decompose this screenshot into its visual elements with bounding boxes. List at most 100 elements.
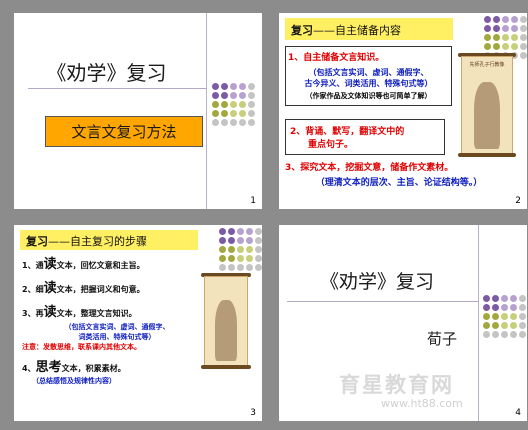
dot <box>511 34 518 41</box>
dot <box>519 313 526 320</box>
dot <box>483 295 490 302</box>
dot <box>519 295 526 302</box>
item-text: （理清文本的层次、主旨、论证结构等。） <box>315 178 483 188</box>
dot <box>246 237 253 244</box>
dot <box>511 25 518 32</box>
dot <box>511 43 518 50</box>
dot <box>492 331 499 338</box>
dot <box>230 101 237 108</box>
dot <box>246 255 253 262</box>
dot <box>228 246 235 253</box>
dot <box>221 92 228 99</box>
dot <box>239 119 246 126</box>
dot <box>230 119 237 126</box>
slide-thumbnail-2[interactable]: 复习——自主储备内容 1、自主储备文言知识。 （包括文言实词、虚词、通假字、 古… <box>279 13 527 209</box>
dot <box>519 322 526 329</box>
dot <box>502 16 509 23</box>
dot <box>484 43 491 50</box>
dot <box>492 295 499 302</box>
dot <box>239 101 246 108</box>
dot <box>519 331 526 338</box>
slide-sorter: 《劝学》复习 文言文复习方法 1 复习——自主储备内容 1、自主储备文言知识。 … <box>0 0 528 430</box>
dot <box>248 110 255 117</box>
slide-heading: 复习——自主复习的步骤 <box>20 230 198 250</box>
slide-thumbnail-1[interactable]: 《劝学》复习 文言文复习方法 1 <box>14 13 262 209</box>
dot <box>221 101 228 108</box>
dot <box>237 255 244 262</box>
dot <box>248 101 255 108</box>
content-block: 3、探究文本，挖掘文意，储备作文素材。 （理清文本的层次、主旨、论证结构等。） <box>285 160 513 188</box>
watermark-logo: 育星教育网 <box>339 373 454 397</box>
dot <box>212 83 219 90</box>
dot <box>519 304 526 311</box>
divider-line <box>478 225 479 421</box>
dot <box>212 101 219 108</box>
step-item: 3、再读文本，整理文言知识。 <box>22 305 137 320</box>
slide-title: 《劝学》复习 <box>46 61 167 85</box>
dot <box>510 331 517 338</box>
dot <box>219 237 226 244</box>
dot <box>237 264 244 271</box>
item-text: 3、探究文本，挖掘文意，储备作文素材。 <box>285 163 454 173</box>
dot <box>255 246 262 253</box>
author-name: 荀子 <box>427 330 458 348</box>
dot <box>492 322 499 329</box>
dot <box>228 228 235 235</box>
content-box: 2、背诵、默写，翻译文中的 重点句子。 <box>285 119 445 155</box>
dot <box>511 16 518 23</box>
item-text: 古今异义、词类活用、特殊句式等） <box>304 79 433 88</box>
dot <box>520 16 527 23</box>
slide-title: 《劝学》复习 <box>319 271 434 293</box>
dot <box>246 264 253 271</box>
dot <box>520 25 527 32</box>
dot <box>239 83 246 90</box>
dot <box>483 331 490 338</box>
dot <box>255 237 262 244</box>
dot <box>239 92 246 99</box>
dot <box>493 25 500 32</box>
dot <box>510 322 517 329</box>
dot <box>237 228 244 235</box>
dot <box>212 92 219 99</box>
dot <box>212 119 219 126</box>
slide-number: 2 <box>515 196 521 206</box>
slide-heading: 复习——自主储备内容 <box>285 18 453 40</box>
dot <box>520 52 527 59</box>
dot <box>483 322 490 329</box>
dot <box>501 313 508 320</box>
item-text: （包括文言实词、虚词、通假字、 <box>308 68 429 77</box>
dot <box>221 119 228 126</box>
dot <box>219 228 226 235</box>
dot <box>493 16 500 23</box>
item-note: （作家作品及文体知识等也可简单了解） <box>305 92 432 100</box>
dot <box>230 92 237 99</box>
steps-list: 1、通读文本，回忆文意和主旨。 2、细读文本，把握词义和句意。 3、再读文本，整… <box>22 253 212 386</box>
confucius-scroll-image: 先师孔子行教像 <box>458 53 516 157</box>
dot <box>493 43 500 50</box>
dot <box>237 246 244 253</box>
step-note: 注意：发散思维，联系课内其他文本。 <box>22 343 141 351</box>
dot <box>246 228 253 235</box>
dot <box>483 304 490 311</box>
subtitle-box: 文言文复习方法 <box>45 116 203 147</box>
slide-thumbnail-4[interactable]: 《劝学》复习 荀子 育星教育网 www.ht88.com 4 <box>279 225 527 421</box>
dot <box>230 83 237 90</box>
watermark-url: www.ht88.com <box>381 397 463 410</box>
step-item: 4、思考文本，积累素材。 <box>22 360 126 375</box>
dot <box>484 16 491 23</box>
dot <box>510 313 517 320</box>
slide-number: 3 <box>250 408 256 418</box>
dot <box>221 83 228 90</box>
slide-thumbnail-3[interactable]: 复习——自主复习的步骤 1、通读文本，回忆文意和主旨。 2、细读文本，把握词义和… <box>14 225 262 421</box>
dot <box>501 304 508 311</box>
dot <box>219 264 226 271</box>
dot <box>212 110 219 117</box>
dot <box>510 304 517 311</box>
dot-pattern <box>219 228 262 271</box>
slide-number: 4 <box>515 408 521 418</box>
divider-line <box>287 301 479 302</box>
dot <box>493 34 500 41</box>
dot <box>248 92 255 99</box>
dot <box>520 34 527 41</box>
step-item: 1、通读文本，回忆文意和主旨。 <box>22 257 145 272</box>
